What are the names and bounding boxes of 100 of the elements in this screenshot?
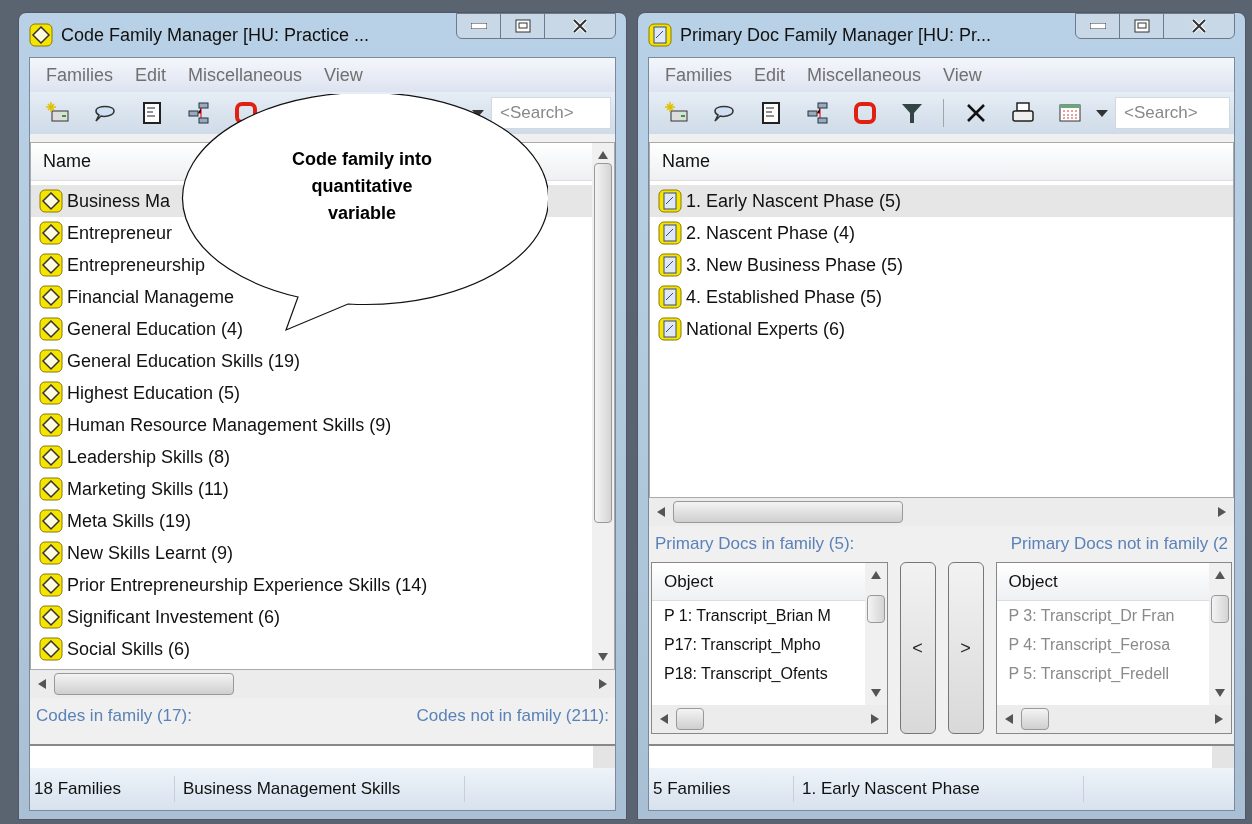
family-row[interactable]: 1. Early Nascent Phase (5) — [650, 185, 1233, 217]
family-name: 3. New Business Phase (5) — [686, 253, 904, 277]
code-family-icon — [39, 573, 63, 597]
document-family-icon — [658, 317, 682, 341]
family-name: New Skills Learnt (9) — [67, 541, 234, 565]
code-family-icon — [39, 253, 63, 277]
hierarchy-icon[interactable] — [804, 100, 831, 126]
horizontal-scrollbar[interactable] — [652, 705, 887, 733]
scroll-thumb[interactable] — [1020, 708, 1049, 730]
scroll-left-icon[interactable] — [657, 507, 665, 517]
family-name: 4. Established Phase (5) — [686, 285, 883, 309]
in-family-label: Codes in family (17): — [36, 705, 192, 728]
family-row[interactable]: New Skills Learnt (9) — [31, 537, 592, 569]
scroll-left-icon[interactable] — [1004, 714, 1013, 724]
horizontal-scrollbar[interactable] — [30, 670, 615, 698]
family-name: Social Skills (6) — [67, 637, 191, 661]
object-row[interactable]: P 1: Transcript_Brian M — [652, 601, 865, 630]
status-text: 1. Early Nascent Phase — [794, 776, 1084, 802]
maximize-icon — [1133, 19, 1150, 33]
code-family-icon — [39, 605, 63, 629]
move-button[interactable]: > — [947, 562, 984, 734]
menu-item[interactable]: View — [324, 61, 363, 89]
scroll-thumb[interactable] — [594, 163, 612, 523]
family-row[interactable]: General Education (4) — [31, 313, 592, 345]
menu-item[interactable]: Edit — [754, 61, 786, 89]
document-family-icon — [658, 253, 682, 277]
code-family-icon — [39, 381, 63, 405]
family-row[interactable]: Prior Entrepreneurship Experience Skills (14) — [31, 569, 592, 601]
scroll-up-icon[interactable] — [598, 151, 608, 159]
family-row[interactable]: 2. Nascent Phase (4) — [650, 217, 1233, 249]
vertical-scrollbar[interactable] — [864, 563, 887, 705]
family-name: Leadership Skills (8) — [67, 445, 231, 469]
scroll-left-icon[interactable] — [660, 714, 668, 724]
scroll-right-icon[interactable] — [1218, 507, 1226, 517]
code-family-icon — [39, 349, 63, 373]
close-icon — [1191, 19, 1207, 33]
code-family-icon — [39, 413, 63, 437]
code-family-icon — [39, 317, 63, 341]
family-row[interactable]: Entrepreneurship — [31, 249, 592, 281]
move-button[interactable]: < — [899, 562, 936, 734]
family-name: 1. Early Nascent Phase (5) — [686, 189, 902, 213]
family-name: Prior Entrepreneurship Experience Skills (14) — [67, 573, 428, 597]
minimize-icon — [1089, 23, 1106, 29]
menu-item[interactable]: Miscellaneous — [807, 61, 922, 89]
family-row[interactable]: Social Skills (6) — [31, 633, 592, 665]
family-row[interactable]: Significant Investement (6) — [31, 601, 592, 633]
family-row[interactable]: Human Resource Management Skills (9) — [31, 409, 592, 441]
scroll-right-icon[interactable] — [870, 714, 879, 724]
document-family-icon — [648, 23, 672, 47]
object-row[interactable]: P18: Transcript_Ofents — [652, 659, 865, 688]
scroll-thumb[interactable] — [866, 595, 885, 623]
scroll-thumb[interactable] — [676, 708, 704, 730]
family-row[interactable]: Financial Manageme — [31, 281, 592, 313]
scroll-down-icon[interactable] — [598, 653, 608, 661]
family-name: 2. Nascent Phase (4) — [686, 221, 856, 245]
family-name: Business Ma — [67, 189, 171, 213]
code-family-icon — [39, 541, 63, 565]
text-field[interactable] — [30, 746, 593, 768]
search-field[interactable]: <Search> — [1115, 97, 1230, 129]
scroll-up-icon[interactable] — [870, 571, 881, 579]
callout-text: Code family into quantitative variable — [291, 148, 433, 225]
vertical-scrollbar[interactable] — [1209, 563, 1231, 705]
menu-item[interactable]: View — [943, 61, 982, 89]
scroll-right-icon[interactable] — [1215, 714, 1223, 724]
hierarchy-icon[interactable] — [185, 100, 212, 126]
horizontal-scrollbar[interactable] — [996, 705, 1231, 733]
horizontal-scrollbar[interactable] — [649, 498, 1234, 526]
scroll-thumb[interactable] — [1211, 595, 1229, 623]
family-name: Entrepreneurship — [67, 253, 206, 277]
family-row[interactable]: 3. New Business Phase (5) — [650, 249, 1233, 281]
family-row[interactable]: Meta Skills (19) — [31, 505, 592, 537]
menu-item[interactable]: Miscellaneous — [188, 61, 303, 89]
family-row[interactable]: Marketing Skills (11) — [31, 473, 592, 505]
family-row[interactable]: Highest Education (5) — [31, 377, 592, 409]
object-row[interactable]: P 5: Transcript_Fredell — [996, 659, 1209, 688]
family-row[interactable]: Leadership Skills (8) — [31, 441, 592, 473]
family-name: Entrepreneur — [67, 221, 173, 245]
menu-item[interactable]: Families — [46, 61, 113, 89]
scroll-up-icon[interactable] — [1215, 571, 1225, 579]
scroll-down-icon[interactable] — [1215, 689, 1225, 697]
object-row[interactable]: P17: Transcript_Mpho — [652, 630, 865, 659]
status-text: 18 Families — [30, 776, 175, 802]
scroll-down-icon[interactable] — [870, 689, 881, 697]
family-row[interactable]: National Experts (6) — [650, 313, 1233, 345]
code-family-icon — [39, 637, 63, 661]
search-field[interactable]: <Search> — [491, 97, 611, 129]
family-row[interactable]: 4. Established Phase (5) — [650, 281, 1233, 313]
family-name: General Education (4) — [67, 317, 244, 341]
family-name: Significant Investement (6) — [67, 605, 281, 629]
code-family-icon — [39, 285, 63, 309]
family-row[interactable]: General Education Skills (19) — [31, 345, 592, 377]
text-field[interactable] — [649, 746, 1212, 768]
scroll-thumb[interactable] — [673, 501, 903, 523]
scroll-right-icon[interactable] — [599, 679, 607, 689]
scroll-left-icon[interactable] — [38, 679, 46, 689]
vertical-scrollbar[interactable] — [592, 143, 614, 669]
menu-item[interactable]: Families — [665, 61, 732, 89]
menu-item[interactable]: Edit — [135, 61, 167, 89]
scroll-thumb[interactable] — [54, 673, 234, 695]
code-family-icon — [29, 23, 53, 47]
